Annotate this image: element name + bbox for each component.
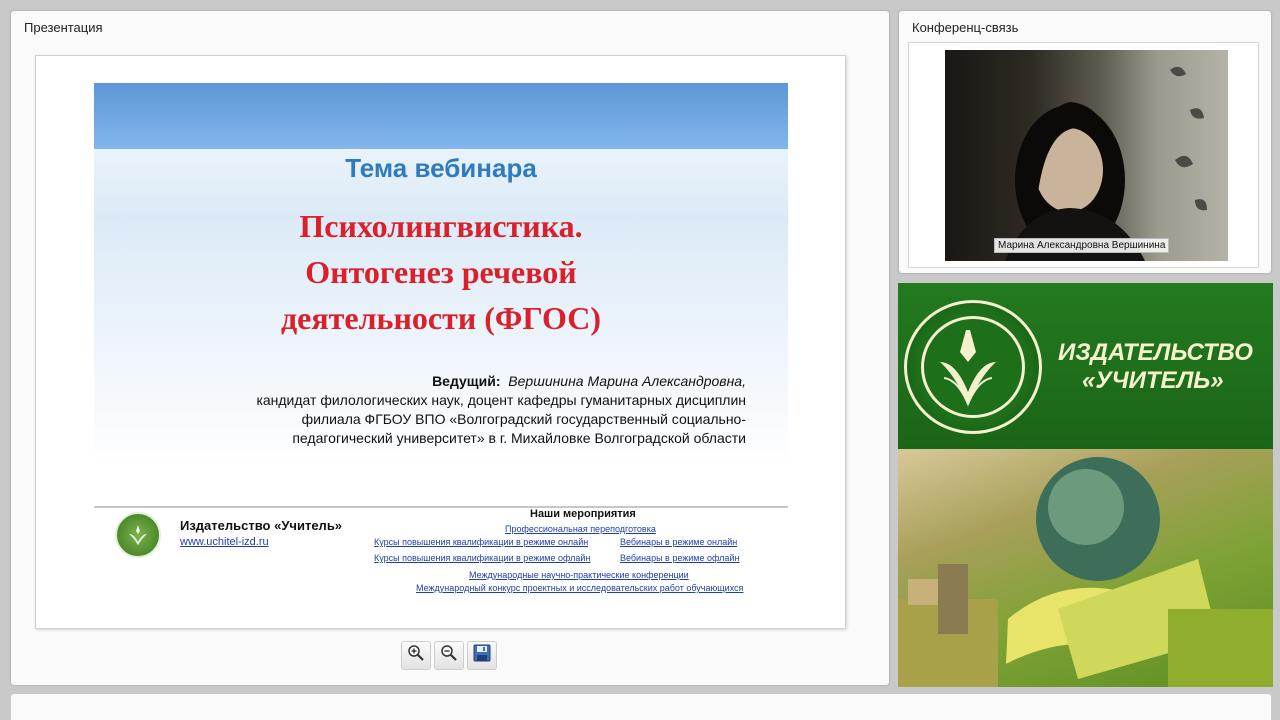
event-link-courses-online[interactable]: Курсы повышения квалификации в режиме он… (374, 537, 588, 547)
event-link-conferences[interactable]: Международные научно-практические конфер… (469, 570, 689, 580)
presenter-line: филиала ФГБОУ ВПО «Волгоградский государ… (301, 411, 746, 427)
event-link-retraining[interactable]: Профессиональная переподготовка (505, 524, 656, 534)
zoom-out-icon (440, 644, 458, 667)
publisher-banner-image (898, 449, 1273, 687)
slide-heading-line: деятельности (ФГОС) (280, 300, 602, 336)
zoom-out-button[interactable] (434, 641, 464, 670)
participant-name-label: Марина Александровна Вершинина (994, 238, 1170, 253)
presentation-panel: Презентация Тема вебинара Психолингвисти… (11, 11, 889, 685)
slide-header-bar (94, 83, 788, 149)
slide-heading: Психолингвистика. Онтогенез речевой деят… (94, 203, 788, 341)
slide-presenter-info: Ведущий: Вершинина Марина Александровна,… (146, 372, 746, 448)
presenter-line: педагогический университет» в г. Михайло… (292, 430, 746, 446)
events-title: Наши мероприятия (530, 508, 636, 520)
slide-subtitle: Тема вебинара (345, 153, 537, 183)
presenter-line: кандидат филологических наук, доцент каф… (256, 392, 746, 408)
conference-panel: Конференц-связь Марина Александровна Вер… (899, 11, 1271, 273)
event-link-contest[interactable]: Международный конкурс проектных и исслед… (416, 583, 743, 593)
floppy-disk-icon (473, 644, 491, 667)
publisher-banner-line1: ИЗДАТЕЛЬСТВО (1058, 339, 1253, 366)
bottom-panel (11, 694, 1271, 720)
slide-heading-line: Онтогенез речевой (305, 254, 577, 290)
presentation-slide: Тема вебинара Психолингвистика. Онтогене… (35, 55, 846, 629)
presenter-label: Ведущий: (432, 373, 501, 389)
zoom-in-button[interactable] (401, 641, 431, 670)
publisher-logo-icon (115, 512, 161, 558)
slide-publisher-link[interactable]: www.uchitel-izd.ru (180, 536, 269, 548)
event-link-courses-offline[interactable]: Курсы повышения квалификации в режиме оф… (374, 553, 590, 563)
publisher-banner-line2: «УЧИТЕЛЬ» (1082, 367, 1224, 394)
publisher-banner-header: ИЗДАТЕЛЬСТВО «УЧИТЕЛЬ» (898, 283, 1273, 449)
webcam-video[interactable]: Марина Александровна Вершинина (945, 50, 1228, 261)
zoom-in-icon (407, 644, 425, 667)
event-link-webinars-online[interactable]: Вебинары в режиме онлайн (620, 537, 737, 547)
slide-publisher-name: Издательство «Учитель» (180, 518, 343, 533)
slide-divider (94, 506, 788, 508)
conference-panel-title: Конференц-связь (912, 20, 1019, 35)
slide-title-block: Тема вебинара Психолингвистика. Онтогене… (94, 83, 788, 468)
presenter-name: Вершинина Марина Александровна, (508, 373, 746, 389)
event-link-webinars-offline[interactable]: Вебинары в режиме офлайн (620, 553, 739, 563)
publisher-emblem-icon (904, 300, 1042, 434)
presentation-panel-title: Презентация (24, 20, 103, 35)
video-frame: Марина Александровна Вершинина (908, 42, 1259, 268)
publisher-banner: ИЗДАТЕЛЬСТВО «УЧИТЕЛЬ» (898, 283, 1273, 687)
save-button[interactable] (467, 641, 497, 670)
slide-heading-line: Психолингвистика. (299, 208, 583, 244)
presentation-toolbar (401, 641, 511, 671)
